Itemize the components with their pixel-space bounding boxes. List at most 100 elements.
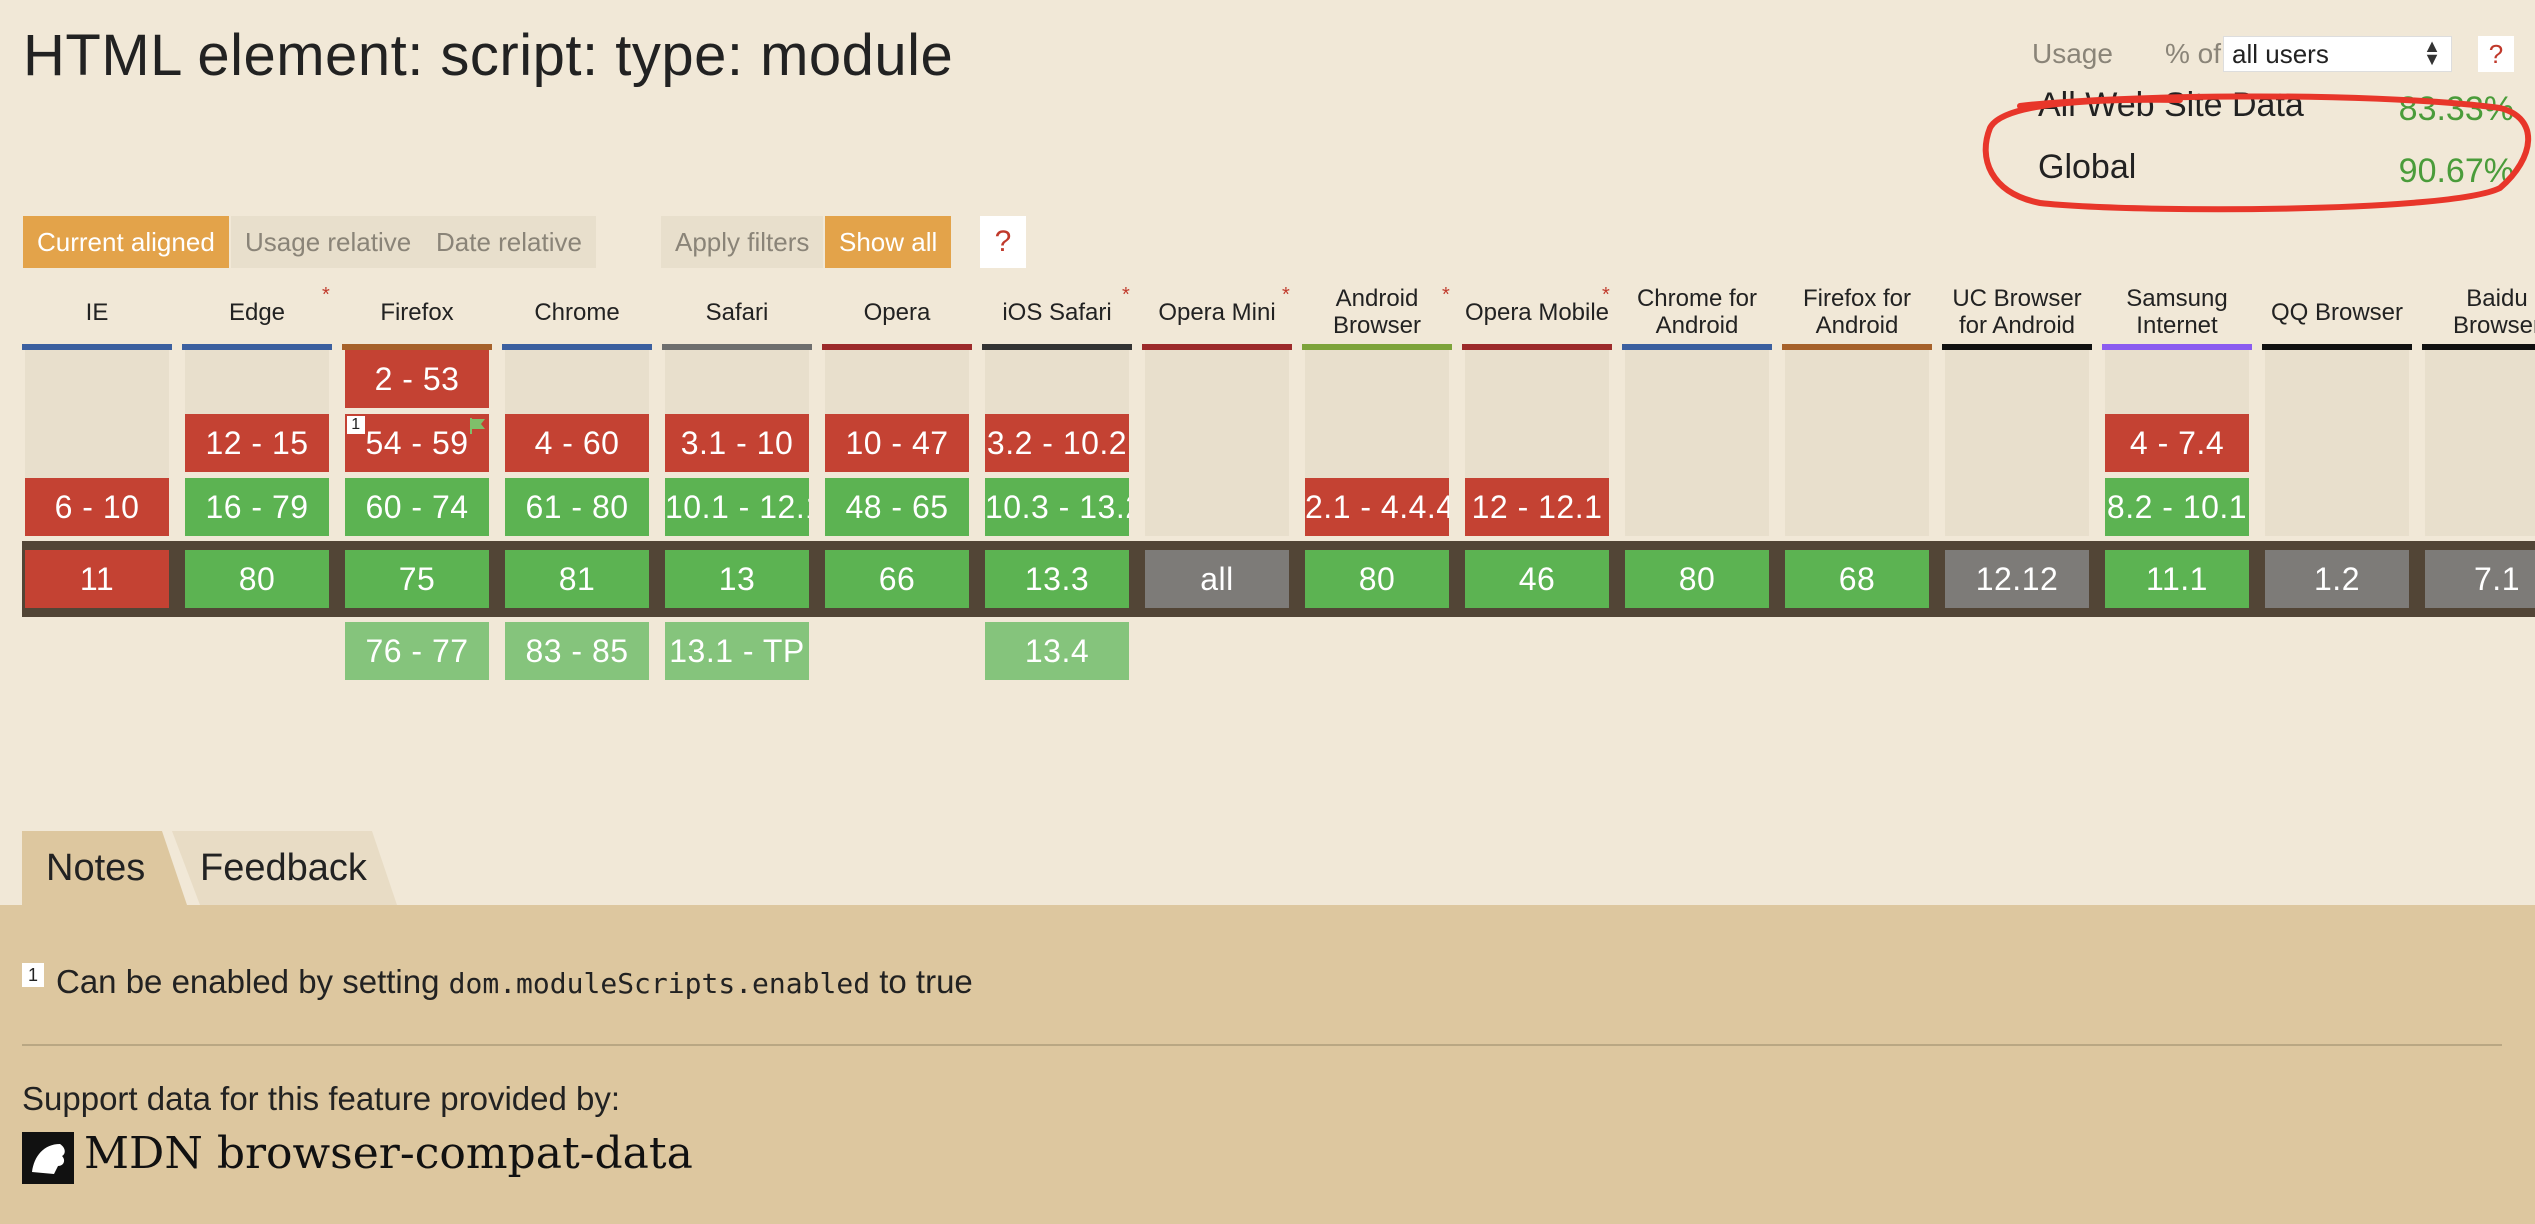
mdn-logo-icon[interactable] bbox=[22, 1132, 74, 1184]
browser-column: Edge * 12 - 15 16 - 79 80 bbox=[182, 280, 332, 608]
version-cell[interactable]: 3.2 - 10.2 bbox=[985, 414, 1129, 472]
version-cell[interactable]: 16 - 79 bbox=[185, 478, 329, 536]
version-label: 13.4 bbox=[1024, 633, 1090, 669]
user-scope-select[interactable]: all users ▲ ▼ bbox=[2223, 36, 2452, 72]
browser-name[interactable]: Opera bbox=[822, 280, 972, 344]
empty-cell bbox=[2425, 350, 2535, 414]
version-cell[interactable]: 4 - 7.4 bbox=[2105, 414, 2249, 472]
version-label: 75 bbox=[398, 561, 436, 597]
tab-notes[interactable]: Notes bbox=[46, 831, 145, 905]
version-cell[interactable]: 8.2 - 10.1 bbox=[2105, 478, 2249, 536]
current-version-cell[interactable]: 11.1 bbox=[2105, 550, 2249, 608]
browser-column: Chrome for Android 80 bbox=[1622, 280, 1772, 608]
version-cell[interactable]: 4 - 60 bbox=[505, 414, 649, 472]
current-version-cell[interactable]: 80 bbox=[1305, 550, 1449, 608]
browser-column: Opera Mini * all bbox=[1142, 280, 1292, 608]
version-label: 80 bbox=[238, 561, 276, 597]
browser-name[interactable]: IE bbox=[22, 280, 172, 344]
browser-name[interactable]: QQ Browser bbox=[2262, 280, 2412, 344]
version-label: 4 - 7.4 bbox=[2129, 425, 2225, 461]
version-cell[interactable]: 3.1 - 10 bbox=[665, 414, 809, 472]
version-label: 66 bbox=[878, 561, 916, 597]
current-version-cell[interactable]: 11 bbox=[25, 550, 169, 608]
current-version-cell[interactable]: 7.1 bbox=[2425, 550, 2535, 608]
browser-name[interactable]: Chrome for Android bbox=[1622, 280, 1772, 344]
empty-cell bbox=[985, 350, 1129, 414]
empty-cell bbox=[2425, 478, 2535, 536]
current-version-cell[interactable]: 81 bbox=[505, 550, 649, 608]
filters-help-button[interactable]: ? bbox=[980, 216, 1026, 268]
tab-feedback[interactable]: Feedback bbox=[200, 831, 367, 905]
current-version-cell[interactable]: 80 bbox=[185, 550, 329, 608]
current-version-cell[interactable]: 13.3 bbox=[985, 550, 1129, 608]
version-cell[interactable]: 60 - 74 bbox=[345, 478, 489, 536]
asterisk-icon: * bbox=[1282, 284, 1290, 306]
current-version-cell[interactable]: all bbox=[1145, 550, 1289, 608]
mdn-source-link[interactable]: MDN browser-compat-data bbox=[84, 1128, 693, 1179]
version-cell[interactable]: 12 - 15 bbox=[185, 414, 329, 472]
browser-name[interactable]: Opera Mobile bbox=[1462, 280, 1612, 344]
version-cell[interactable]: 2.1 - 4.4.4 bbox=[1305, 478, 1449, 536]
current-version-cell[interactable]: 68 bbox=[1785, 550, 1929, 608]
browser-name[interactable]: iOS Safari bbox=[982, 280, 1132, 344]
empty-cell bbox=[665, 350, 809, 414]
version-cell[interactable]: 10.1 - 12.1 bbox=[665, 478, 809, 536]
browser-name[interactable]: Chrome bbox=[502, 280, 652, 344]
current-version-cell[interactable]: 13 bbox=[665, 550, 809, 608]
usage-help-button[interactable]: ? bbox=[2478, 36, 2514, 72]
current-version-cell[interactable]: 66 bbox=[825, 550, 969, 608]
version-cell[interactable]: 10.3 - 13.2 bbox=[985, 478, 1129, 536]
browser-name[interactable]: Baidu Browser bbox=[2422, 280, 2535, 344]
usage-relative-button[interactable]: Usage relative bbox=[231, 216, 426, 268]
current-version-cell[interactable]: 12.12 bbox=[1945, 550, 2089, 608]
usage-row-label-global: Global bbox=[2038, 148, 2137, 186]
browser-name[interactable]: Firefox for Android bbox=[1782, 280, 1932, 344]
browser-name[interactable]: Safari bbox=[662, 280, 812, 344]
version-cell[interactable]: 54 - 59 1 bbox=[345, 414, 489, 472]
version-cell[interactable]: 48 - 65 bbox=[825, 478, 969, 536]
show-all-button[interactable]: Show all bbox=[825, 216, 952, 268]
current-aligned-button[interactable]: Current aligned bbox=[23, 216, 229, 268]
current-version-cell[interactable]: 46 bbox=[1465, 550, 1609, 608]
percent-of-label: % of bbox=[2165, 38, 2222, 69]
version-label: 13 bbox=[718, 561, 756, 597]
browser-name[interactable]: UC Browser for Android bbox=[1942, 280, 2092, 344]
version-label: 10.1 - 12.1 bbox=[665, 489, 809, 525]
browser-column: IE 6 - 10 11 bbox=[22, 280, 172, 608]
empty-cell bbox=[1305, 350, 1449, 414]
usage-row-value-all-web-site-data: 83.33% bbox=[2398, 90, 2514, 128]
version-label: 83 - 85 bbox=[525, 633, 629, 669]
version-cell[interactable]: 83 - 85 bbox=[505, 622, 649, 680]
browser-name[interactable]: Samsung Internet bbox=[2102, 280, 2252, 344]
empty-cell bbox=[2265, 478, 2409, 536]
version-label: 48 - 65 bbox=[845, 489, 949, 525]
empty-cell bbox=[1945, 350, 2089, 414]
usage-row-label-all-web-site-data: All Web Site Data bbox=[2038, 86, 2304, 124]
empty-cell bbox=[2105, 350, 2249, 414]
date-relative-button[interactable]: Date relative bbox=[422, 216, 596, 268]
version-label: 80 bbox=[1678, 561, 1716, 597]
version-cell[interactable]: 13.1 - TP bbox=[665, 622, 809, 680]
empty-cell bbox=[1305, 414, 1449, 478]
version-cell[interactable]: 10 - 47 bbox=[825, 414, 969, 472]
usage-row-value-global: 90.67% bbox=[2398, 152, 2514, 190]
current-version-cell[interactable]: 75 bbox=[345, 550, 489, 608]
version-cell[interactable]: 76 - 77 bbox=[345, 622, 489, 680]
version-cell[interactable]: 12 - 12.1 bbox=[1465, 478, 1609, 536]
browser-name[interactable]: Opera Mini bbox=[1142, 280, 1292, 344]
version-cell[interactable]: 61 - 80 bbox=[505, 478, 649, 536]
apply-filters-button[interactable]: Apply filters bbox=[661, 216, 824, 268]
version-cell[interactable]: 6 - 10 bbox=[25, 478, 169, 536]
browser-name[interactable]: Android Browser bbox=[1302, 280, 1452, 344]
page-title: HTML element: script: type: module bbox=[23, 23, 954, 88]
browser-column: Samsung Internet 4 - 7.4 8.2 - 10.1 11.1 bbox=[2102, 280, 2252, 608]
empty-cell bbox=[2265, 350, 2409, 414]
browser-name[interactable]: Edge bbox=[182, 280, 332, 344]
current-version-cell[interactable]: 1.2 bbox=[2265, 550, 2409, 608]
version-cell[interactable]: 2 - 53 bbox=[345, 350, 489, 408]
browser-name[interactable]: Firefox bbox=[342, 280, 492, 344]
browser-column: Baidu Browser 7.1 bbox=[2422, 280, 2535, 608]
current-version-cell[interactable]: 80 bbox=[1625, 550, 1769, 608]
empty-cell bbox=[1465, 414, 1609, 478]
version-cell[interactable]: 13.4 bbox=[985, 622, 1129, 680]
